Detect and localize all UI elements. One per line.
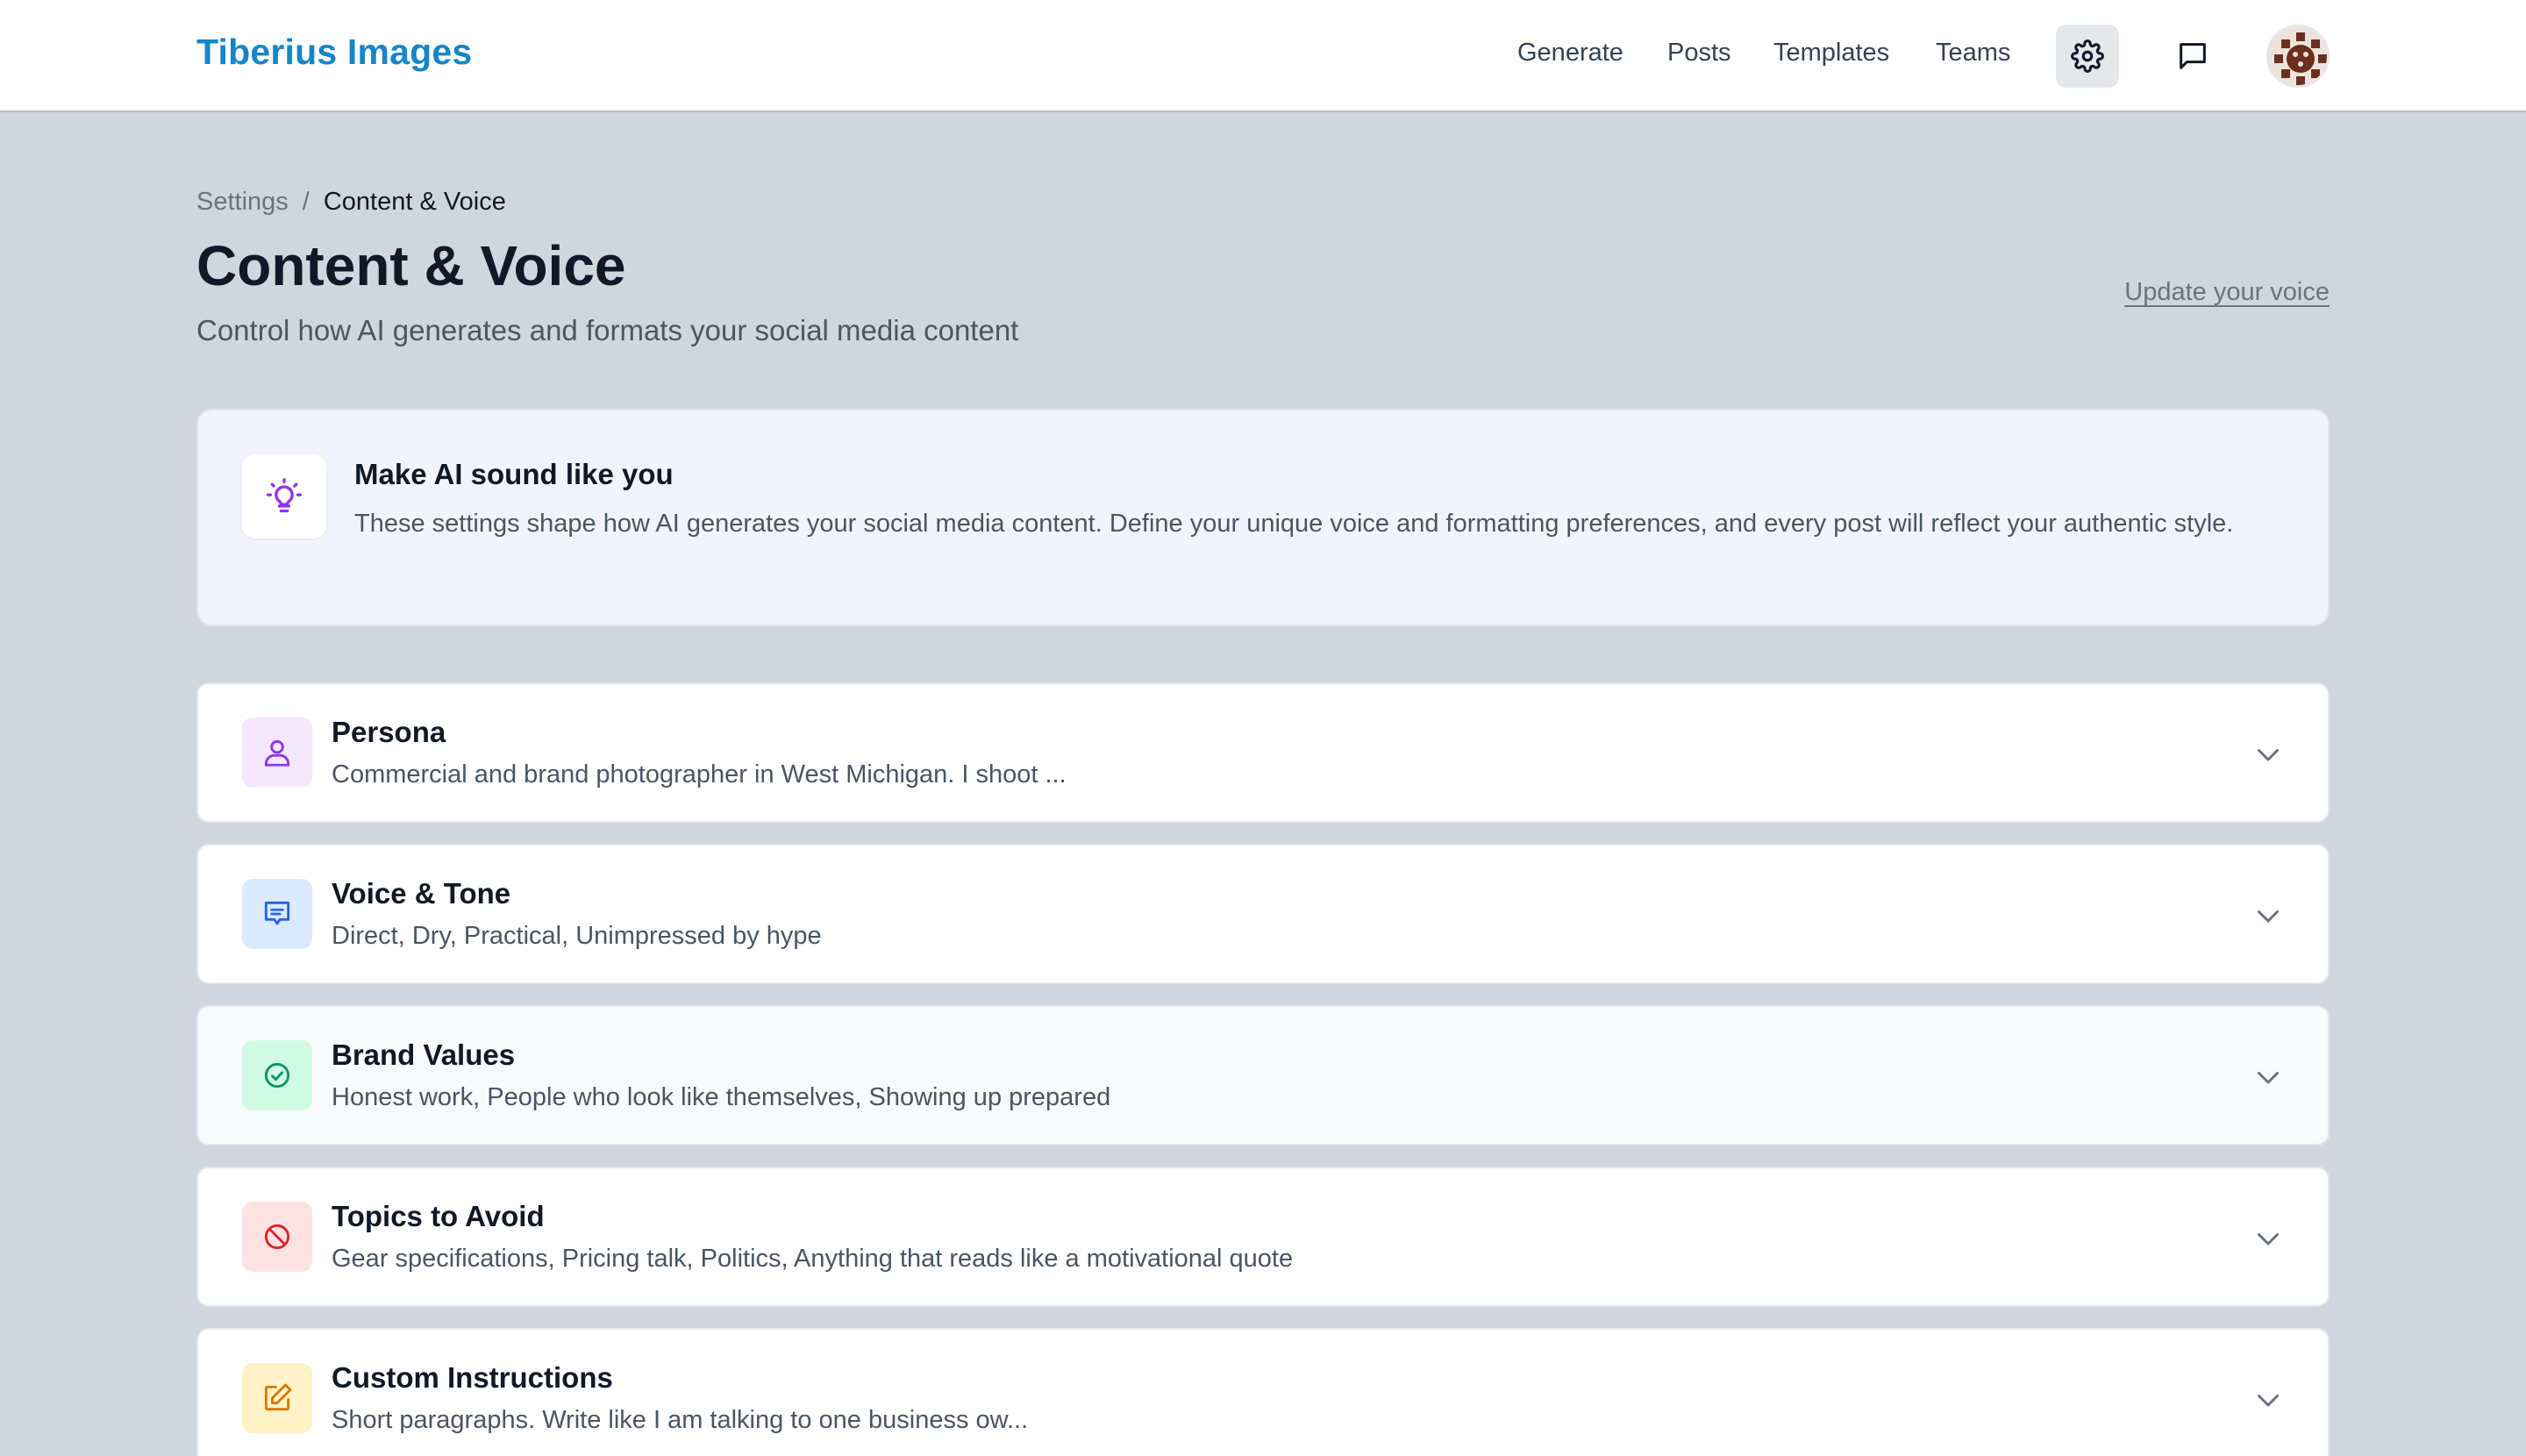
- info-body: These settings shape how AI generates yo…: [354, 510, 2234, 538]
- section-summary: Commercial and brand photographer in Wes…: [332, 760, 1067, 789]
- section-summary: Gear specifications, Pricing talk, Polit…: [332, 1245, 1294, 1273]
- avatar-image: [2269, 27, 2327, 85]
- page-title: Content & Voice: [196, 234, 626, 297]
- section-summary: Honest work, People who look like themse…: [332, 1083, 1111, 1111]
- page-subtitle: Control how AI generates and formats you…: [196, 314, 1019, 346]
- section-summary: Direct, Dry, Practical, Unimpressed by h…: [332, 922, 822, 950]
- settings-button[interactable]: [2056, 25, 2119, 88]
- section-title: Topics to Avoid: [332, 1200, 545, 1232]
- nav-generate[interactable]: Generate: [1517, 39, 1623, 68]
- breadcrumb-current: Content & Voice: [323, 188, 506, 216]
- chevron-down-icon[interactable]: [2252, 900, 2284, 931]
- persona-icon-box: [242, 717, 312, 788]
- section-summary: Short paragraphs. Write like I am talkin…: [332, 1406, 1029, 1434]
- chevron-down-icon[interactable]: [2252, 1061, 2284, 1093]
- chevron-down-icon[interactable]: [2252, 1223, 2284, 1254]
- brand-logo[interactable]: Tiberius Images: [196, 32, 472, 73]
- topics-avoid-icon-box: [242, 1202, 312, 1272]
- messages-button[interactable]: [2161, 25, 2224, 88]
- lightbulb-icon: [267, 478, 302, 513]
- section-custom-instructions[interactable]: Custom Instructions Short paragraphs. Wr…: [196, 1328, 2330, 1456]
- brand-values-icon-box: [242, 1040, 312, 1110]
- info-card: Make AI sound like you These settings sh…: [196, 409, 2330, 626]
- ban-icon: [264, 1224, 290, 1250]
- custom-instructions-icon-box: [242, 1363, 312, 1433]
- message-icon: [264, 901, 290, 925]
- nav-teams[interactable]: Teams: [1936, 39, 2010, 68]
- update-voice-link[interactable]: Update your voice: [2124, 278, 2330, 307]
- section-brand-values[interactable]: Brand Values Honest work, People who loo…: [196, 1005, 2330, 1146]
- avatar[interactable]: [2266, 25, 2330, 88]
- voice-tone-icon-box: [242, 879, 312, 949]
- gear-icon: [2071, 39, 2104, 73]
- user-icon: [264, 739, 290, 767]
- breadcrumb: Settings / Content & Voice: [196, 188, 506, 217]
- section-voice-tone[interactable]: Voice & Tone Direct, Dry, Practical, Uni…: [196, 844, 2330, 984]
- info-icon-box: [242, 454, 326, 539]
- section-title: Voice & Tone: [332, 877, 511, 910]
- nav-posts[interactable]: Posts: [1667, 39, 1731, 68]
- top-navbar: Tiberius Images Generate Posts Templates…: [0, 0, 2526, 112]
- section-title: Brand Values: [332, 1038, 516, 1071]
- edit-icon: [264, 1383, 292, 1411]
- check-circle-icon: [264, 1062, 290, 1088]
- section-title: Persona: [332, 716, 446, 748]
- section-topics-to-avoid[interactable]: Topics to Avoid Gear specifications, Pri…: [196, 1167, 2330, 1307]
- breadcrumb-settings[interactable]: Settings: [196, 188, 289, 216]
- section-title: Custom Instructions: [332, 1361, 613, 1394]
- chevron-down-icon[interactable]: [2252, 739, 2284, 770]
- breadcrumb-separator: /: [302, 188, 310, 216]
- info-title: Make AI sound like you: [354, 458, 674, 490]
- chevron-down-icon[interactable]: [2252, 1384, 2284, 1416]
- section-persona[interactable]: Persona Commercial and brand photographe…: [196, 682, 2330, 823]
- nav-templates[interactable]: Templates: [1773, 39, 1889, 68]
- chat-bubble-icon: [2180, 43, 2206, 69]
